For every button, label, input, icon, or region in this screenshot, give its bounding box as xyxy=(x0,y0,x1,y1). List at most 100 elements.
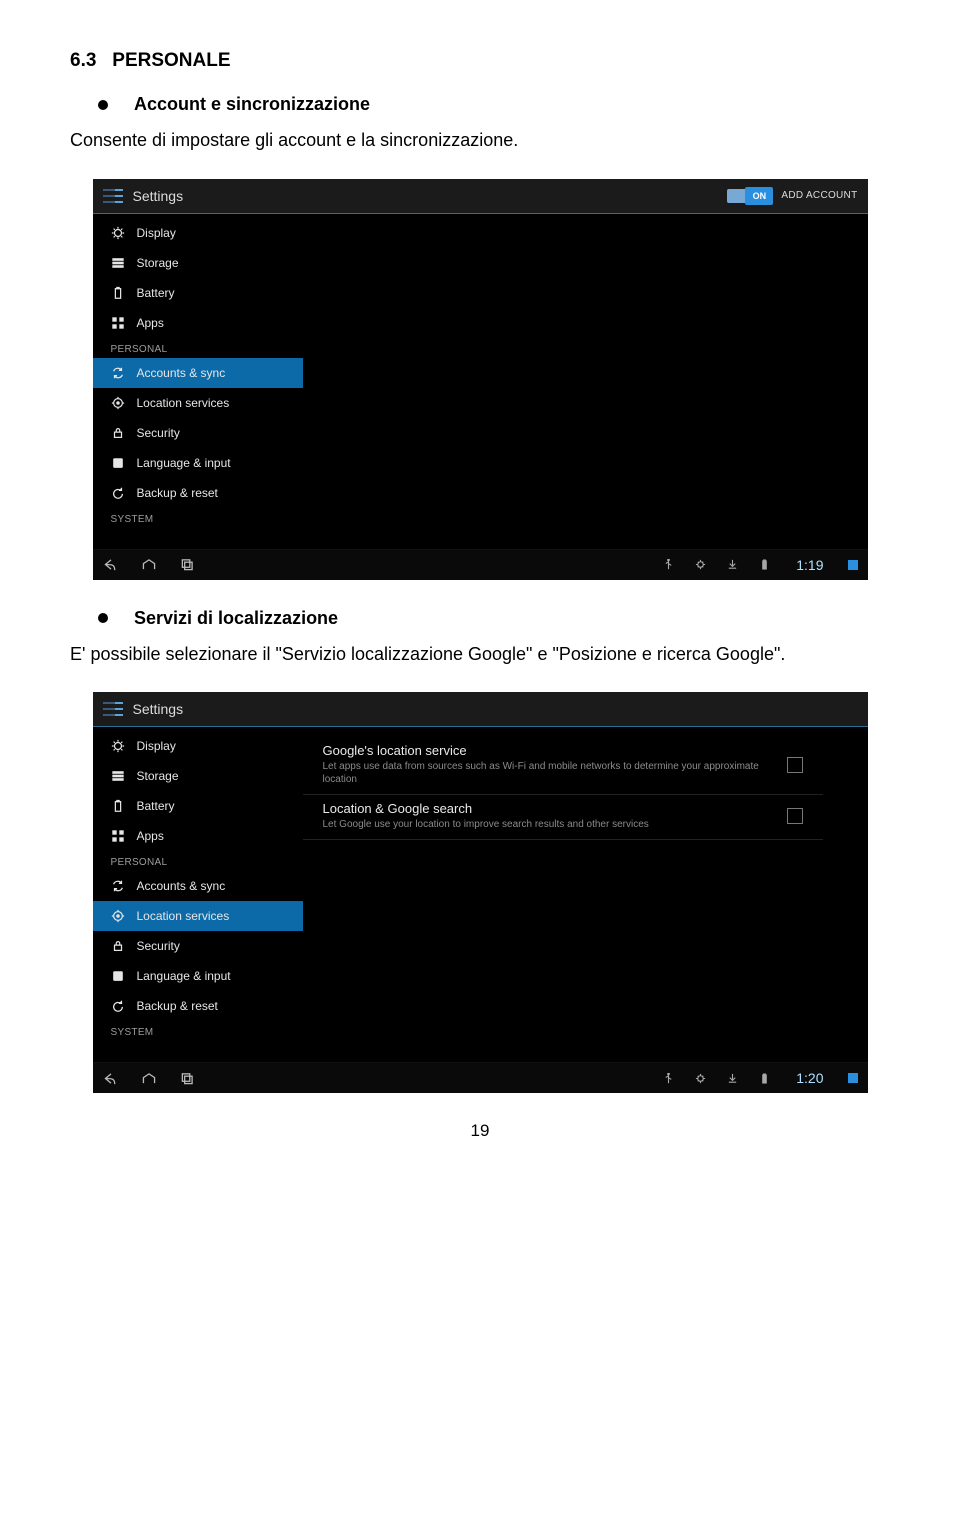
sidebar-item-label: Apps xyxy=(137,829,164,843)
apps-icon xyxy=(111,829,125,843)
recent-apps-button[interactable] xyxy=(179,1070,195,1086)
paragraph-2: E' possibile selezionare il "Servizio lo… xyxy=(70,639,890,671)
screenshot-location-services: Settings Display Storage Battery Apps PE… xyxy=(93,692,868,1093)
sidebar-item-accounts-sync[interactable]: Accounts & sync xyxy=(93,358,303,388)
setting-location-google-search[interactable]: Location & Google search Let Google use … xyxy=(303,795,823,840)
system-navbar: 1:20 xyxy=(93,1062,868,1093)
sidebar-item-label: Display xyxy=(137,226,176,240)
sidebar-item-display[interactable]: Display xyxy=(93,731,303,761)
sidebar-item-label: Accounts & sync xyxy=(137,366,226,380)
display-icon xyxy=(111,739,125,753)
sidebar-item-apps[interactable]: Apps xyxy=(93,821,303,851)
notification-indicator xyxy=(848,1073,858,1083)
page-number: 19 xyxy=(70,1121,890,1141)
svg-text:A: A xyxy=(115,460,120,467)
usb-icon xyxy=(662,1072,674,1084)
sidebar-item-battery[interactable]: Battery xyxy=(93,791,303,821)
sidebar-item-storage[interactable]: Storage xyxy=(93,761,303,791)
lock-icon xyxy=(111,426,125,440)
add-account-button[interactable]: ADD ACCOUNT xyxy=(781,190,857,201)
checkbox[interactable] xyxy=(787,757,803,773)
sidebar-item-apps[interactable]: Apps xyxy=(93,308,303,338)
sidebar-item-label: Display xyxy=(137,739,176,753)
sidebar-item-location[interactable]: Location services xyxy=(93,388,303,418)
sidebar-item-label: Language & input xyxy=(137,969,231,983)
battery-status-icon xyxy=(758,1072,770,1084)
storage-icon xyxy=(111,769,125,783)
sidebar-item-backup[interactable]: Backup & reset xyxy=(93,991,303,1021)
sidebar-item-label: Backup & reset xyxy=(137,999,218,1013)
sidebar-item-label: Backup & reset xyxy=(137,486,218,500)
screenshot-accounts-sync: Settings ON ADD ACCOUNT Display Storage … xyxy=(93,179,868,580)
sidebar-item-language[interactable]: A Language & input xyxy=(93,448,303,478)
checkbox[interactable] xyxy=(787,808,803,824)
sidebar-item-label: Location services xyxy=(137,909,230,923)
download-icon xyxy=(726,559,738,571)
sidebar-item-label: Battery xyxy=(137,286,175,300)
settings-title: Settings xyxy=(133,188,728,204)
system-navbar: 1:19 xyxy=(93,549,868,580)
battery-status-icon xyxy=(758,559,770,571)
settings-topbar: Settings ON ADD ACCOUNT xyxy=(93,179,868,214)
sidebar-header-system: SYSTEM xyxy=(93,508,303,528)
sidebar-item-display[interactable]: Display xyxy=(93,218,303,248)
bullet-1: Account e sincronizzazione xyxy=(98,94,890,115)
bullet-2: Servizi di localizzazione xyxy=(98,608,890,629)
location-icon xyxy=(111,396,125,410)
sidebar-item-label: Security xyxy=(137,426,180,440)
content-pane: Google's location service Let apps use d… xyxy=(303,727,868,1062)
sidebar-item-label: Storage xyxy=(137,256,179,270)
clock: 1:20 xyxy=(796,1070,823,1086)
sidebar-item-battery[interactable]: Battery xyxy=(93,278,303,308)
back-button[interactable] xyxy=(103,1070,119,1086)
sync-icon xyxy=(111,366,125,380)
debug-icon xyxy=(694,559,706,571)
display-icon xyxy=(111,226,125,240)
sidebar-item-location[interactable]: Location services xyxy=(93,901,303,931)
backup-icon xyxy=(111,486,125,500)
sidebar-item-accounts-sync[interactable]: Accounts & sync xyxy=(93,871,303,901)
sidebar-item-label: Security xyxy=(137,939,180,953)
settings-sidebar: Display Storage Battery Apps PERSONAL Ac… xyxy=(93,214,303,549)
notification-indicator xyxy=(848,560,858,570)
setting-google-location-service[interactable]: Google's location service Let apps use d… xyxy=(303,737,823,795)
storage-icon xyxy=(111,256,125,270)
section-number: 6.3 xyxy=(70,50,96,71)
section-title-text: PERSONALE xyxy=(112,50,230,71)
bullet-1-title: Account e sincronizzazione xyxy=(134,94,370,115)
download-icon xyxy=(726,1072,738,1084)
sidebar-header-personal: PERSONAL xyxy=(93,851,303,871)
setting-title: Google's location service xyxy=(323,743,773,758)
sidebar-header-system: SYSTEM xyxy=(93,1021,303,1041)
usb-icon xyxy=(662,559,674,571)
sidebar-item-backup[interactable]: Backup & reset xyxy=(93,478,303,508)
backup-icon xyxy=(111,999,125,1013)
sidebar-item-label: Language & input xyxy=(137,456,231,470)
sync-icon xyxy=(111,879,125,893)
battery-icon xyxy=(111,286,125,300)
lang-icon: A xyxy=(111,969,125,983)
sidebar-item-security[interactable]: Security xyxy=(93,931,303,961)
sidebar-item-storage[interactable]: Storage xyxy=(93,248,303,278)
svg-text:A: A xyxy=(115,974,120,981)
apps-icon xyxy=(111,316,125,330)
sidebar-item-language[interactable]: A Language & input xyxy=(93,961,303,991)
location-icon xyxy=(111,909,125,923)
home-button[interactable] xyxy=(141,557,157,573)
bullet-icon xyxy=(98,100,108,110)
sidebar-item-label: Battery xyxy=(137,799,175,813)
lang-icon: A xyxy=(111,456,125,470)
settings-topbar: Settings xyxy=(93,692,868,727)
home-button[interactable] xyxy=(141,1070,157,1086)
setting-subtitle: Let apps use data from sources such as W… xyxy=(323,760,773,786)
debug-icon xyxy=(694,1072,706,1084)
back-button[interactable] xyxy=(103,557,119,573)
content-pane xyxy=(303,214,868,549)
sidebar-item-label: Apps xyxy=(137,316,164,330)
sidebar-item-label: Location services xyxy=(137,396,230,410)
clock: 1:19 xyxy=(796,557,823,573)
sync-toggle[interactable]: ON xyxy=(727,186,773,206)
settings-sidebar: Display Storage Battery Apps PERSONAL Ac… xyxy=(93,727,303,1062)
sidebar-item-security[interactable]: Security xyxy=(93,418,303,448)
recent-apps-button[interactable] xyxy=(179,557,195,573)
